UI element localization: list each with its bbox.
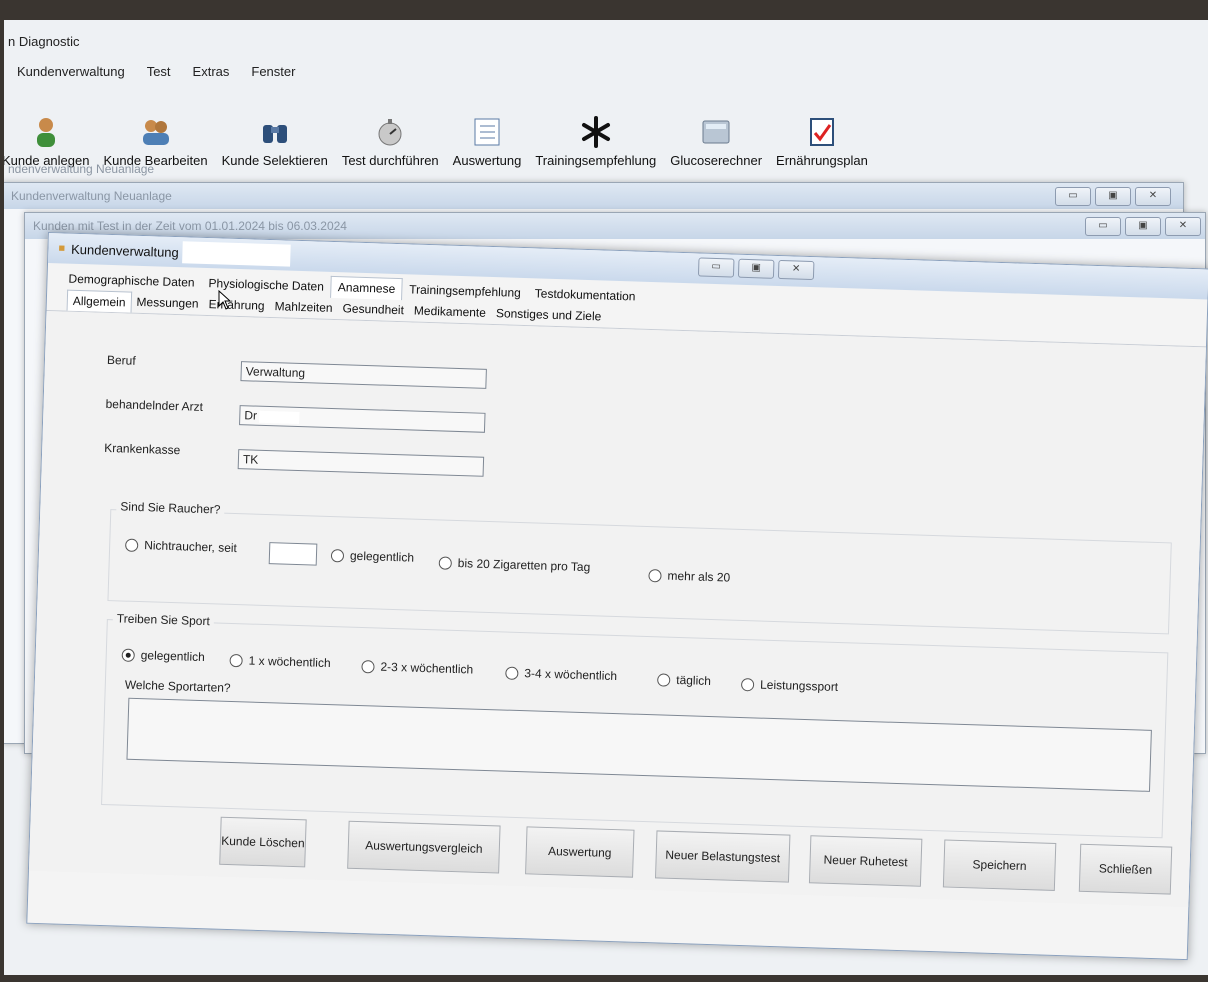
redacted-doctor [258,410,300,424]
subtab-messungen[interactable]: Messungen [131,292,204,315]
radio-icon [438,555,453,570]
raucher-group [107,509,1172,635]
tab-anamnese[interactable]: Anamnese [330,275,403,301]
maximize-button[interactable]: ▣ [1125,217,1161,236]
maximize-button[interactable]: ▣ [1095,187,1131,206]
minimize-button[interactable]: ▭ [1055,187,1091,206]
background-window-label: ndenverwaltung Neuanlage [8,162,155,176]
close-button[interactable]: ✕ [1135,187,1171,206]
app-title: n Diagnostic [8,34,80,49]
neuer-belastungstest-button[interactable]: Neuer Belastungstest [654,830,791,883]
close-button[interactable]: ✕ [777,259,815,281]
toolbar-kunde-anlegen[interactable]: Kunde anlegen [4,88,93,168]
menu-test[interactable]: Test [144,62,174,81]
subtab-sonstiges-und-ziele[interactable]: Sonstiges und Ziele [491,303,607,328]
subtab-medikamente[interactable]: Medikamente [409,300,492,324]
radio-selected-icon [121,648,135,662]
radio-icon [361,659,375,673]
radio-icon [125,538,139,552]
speichern-button[interactable]: Speichern [942,839,1057,891]
beruf-label: Beruf [106,352,136,368]
raucher-option-gelegentlich[interactable]: gelegentlich [330,548,414,565]
subtab-gesundheit[interactable]: Gesundheit [337,298,409,321]
sport-option-taeglich[interactable]: täglich [657,672,711,688]
nichtraucher-seit-field[interactable] [268,542,318,566]
kundenverwaltung-window: ■ Kundenverwaltung ▭ ▣ ✕ Demographische … [26,232,1208,961]
redacted-name [182,241,292,267]
toolbar-test-durchfuehren[interactable]: Test durchführen [338,88,443,168]
subtab-allgemein[interactable]: Allgemein [66,289,132,313]
menu-kundenverwaltung[interactable]: Kundenverwaltung [14,62,128,81]
toolbar: Kunde anlegen Kunde Bearbeiten Kunde Sel… [4,88,1208,168]
minimize-button[interactable]: ▭ [697,257,735,278]
neuer-ruhetest-button[interactable]: Neuer Ruhetest [808,835,923,887]
radio-icon [657,672,671,687]
auswertung-button[interactable]: Auswertung [525,826,635,878]
kasse-label: Krankenkasse [104,440,181,458]
toolbar-ernaehrungsplan[interactable]: Ernährungsplan [772,88,872,168]
radio-icon [648,568,662,582]
minimize-button[interactable]: ▭ [1085,217,1121,236]
toolbar-trainingsempfehlung[interactable]: Trainingsempfehlung [531,88,660,168]
maximize-button[interactable]: ▣ [737,258,775,279]
subtab-ernaehrung[interactable]: Ernährung [203,294,270,317]
checkmark-document-icon [809,118,834,146]
calculator-icon [702,120,730,144]
toolbar-glucoserechner[interactable]: Glucoserechner [666,88,766,168]
form-content: Beruf Verwaltung behandelnder Arzt Dr Kr… [28,310,1206,908]
sport-option-leistungssport[interactable]: Leistungssport [740,677,838,694]
stopwatch-icon [378,119,402,146]
toolbar-kunde-selektieren[interactable]: Kunde Selektieren [218,88,332,168]
menu-extras[interactable]: Extras [190,62,233,81]
people-edit-icon [142,120,169,145]
screen: n Diagnostic Kundenverwaltung Test Extra… [4,20,1208,975]
sport-option-gelegentlich[interactable]: gelegentlich [121,648,205,664]
menu-bar: Kundenverwaltung Test Extras Fenster [14,62,298,81]
schliessen-button[interactable]: Schließen [1078,843,1173,895]
binoculars-icon [262,125,287,143]
window-title: Kundenverwaltung [70,241,180,260]
subtab-mahlzeiten[interactable]: Mahlzeiten [269,296,338,319]
radio-icon [505,666,519,680]
kasse-field[interactable]: TK [237,449,485,477]
toolbar-kunde-bearbeiten[interactable]: Kunde Bearbeiten [99,88,211,168]
auswertungsvergleich-button[interactable]: Auswertungsvergleich [347,820,501,874]
radio-icon [229,653,243,667]
mouse-cursor-icon [218,290,232,310]
window-icon: ■ [58,242,66,255]
person-add-icon [36,118,55,147]
asterisk-icon [581,116,610,148]
raucher-option-mehr-als-20[interactable]: mehr als 20 [648,568,730,585]
checklist-icon [474,118,500,146]
beruf-field[interactable]: Verwaltung [240,361,487,389]
radio-icon [740,677,755,691]
radio-icon [330,548,345,562]
toolbar-auswertung[interactable]: Auswertung [449,88,526,168]
menu-fenster[interactable]: Fenster [248,62,298,81]
kunde-loeschen-button[interactable]: Kunde Löschen [219,816,307,868]
arzt-label: behandelnder Arzt [105,396,204,414]
arzt-field[interactable]: Dr [239,405,486,433]
close-button[interactable]: ✕ [1165,217,1201,236]
